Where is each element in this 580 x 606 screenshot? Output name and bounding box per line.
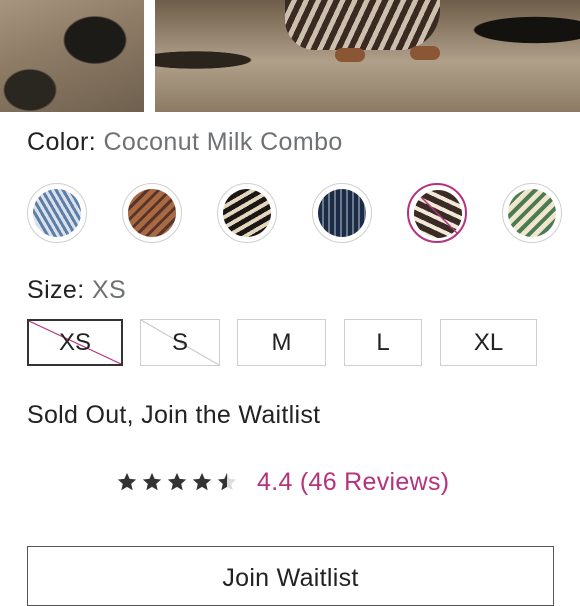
size-value: XS (91, 276, 127, 304)
size-option-label: XS (58, 328, 91, 356)
size-option-label: L (376, 328, 390, 356)
color-swatch-1[interactable] (27, 183, 87, 243)
product-photo-right[interactable] (155, 0, 580, 112)
sandal-left (335, 48, 365, 62)
unavailable-slash-icon (420, 196, 458, 234)
reviews-link[interactable]: 4.4 (46 Reviews) (257, 468, 449, 497)
join-waitlist-label: Join Waitlist (222, 564, 359, 592)
color-swatch-6[interactable] (502, 183, 562, 243)
color-swatch-2[interactable] (122, 183, 182, 243)
join-waitlist-button[interactable]: Join Waitlist (27, 546, 554, 606)
color-swatch-4[interactable] (312, 183, 372, 243)
size-option-label: XL (473, 328, 504, 356)
star-rating (116, 471, 241, 493)
size-option-label: S (171, 328, 188, 356)
size-option-label: M (271, 328, 292, 356)
size-option-l[interactable]: L (344, 319, 422, 366)
color-swatches (0, 183, 580, 245)
swatch-pattern (128, 189, 176, 237)
star-icon (167, 472, 187, 491)
star-half-icon (217, 472, 237, 491)
product-photo-left[interactable] (0, 0, 144, 112)
color-label: Color: (27, 128, 97, 156)
rating-summary[interactable]: 4.4 (46 Reviews) (116, 466, 449, 498)
swatch-pattern (223, 189, 271, 237)
size-option-xs[interactable]: XS (27, 319, 123, 366)
size-option-xl[interactable]: XL (440, 319, 537, 366)
product-photos (0, 0, 580, 112)
swatch-pattern (508, 189, 556, 237)
sold-out-message: Sold Out, Join the Waitlist (27, 401, 321, 429)
size-option-s[interactable]: S (140, 319, 220, 366)
swatch-pattern (33, 189, 81, 237)
size-options: XS S M L XL (0, 319, 580, 367)
sandal-right (410, 46, 440, 60)
size-option-m[interactable]: M (237, 319, 326, 366)
size-heading: Size: XS (27, 276, 126, 305)
color-value: Coconut Milk Combo (103, 128, 343, 156)
size-label: Size: (27, 276, 85, 304)
star-icon (142, 472, 162, 491)
star-icon (192, 472, 212, 491)
color-heading: Color: Coconut Milk Combo (27, 128, 343, 157)
dress-hem-image (285, 0, 440, 50)
color-swatch-3[interactable] (217, 183, 277, 243)
swatch-pattern (318, 189, 366, 237)
star-icon (117, 472, 137, 491)
color-swatch-5-selected[interactable] (407, 183, 467, 243)
